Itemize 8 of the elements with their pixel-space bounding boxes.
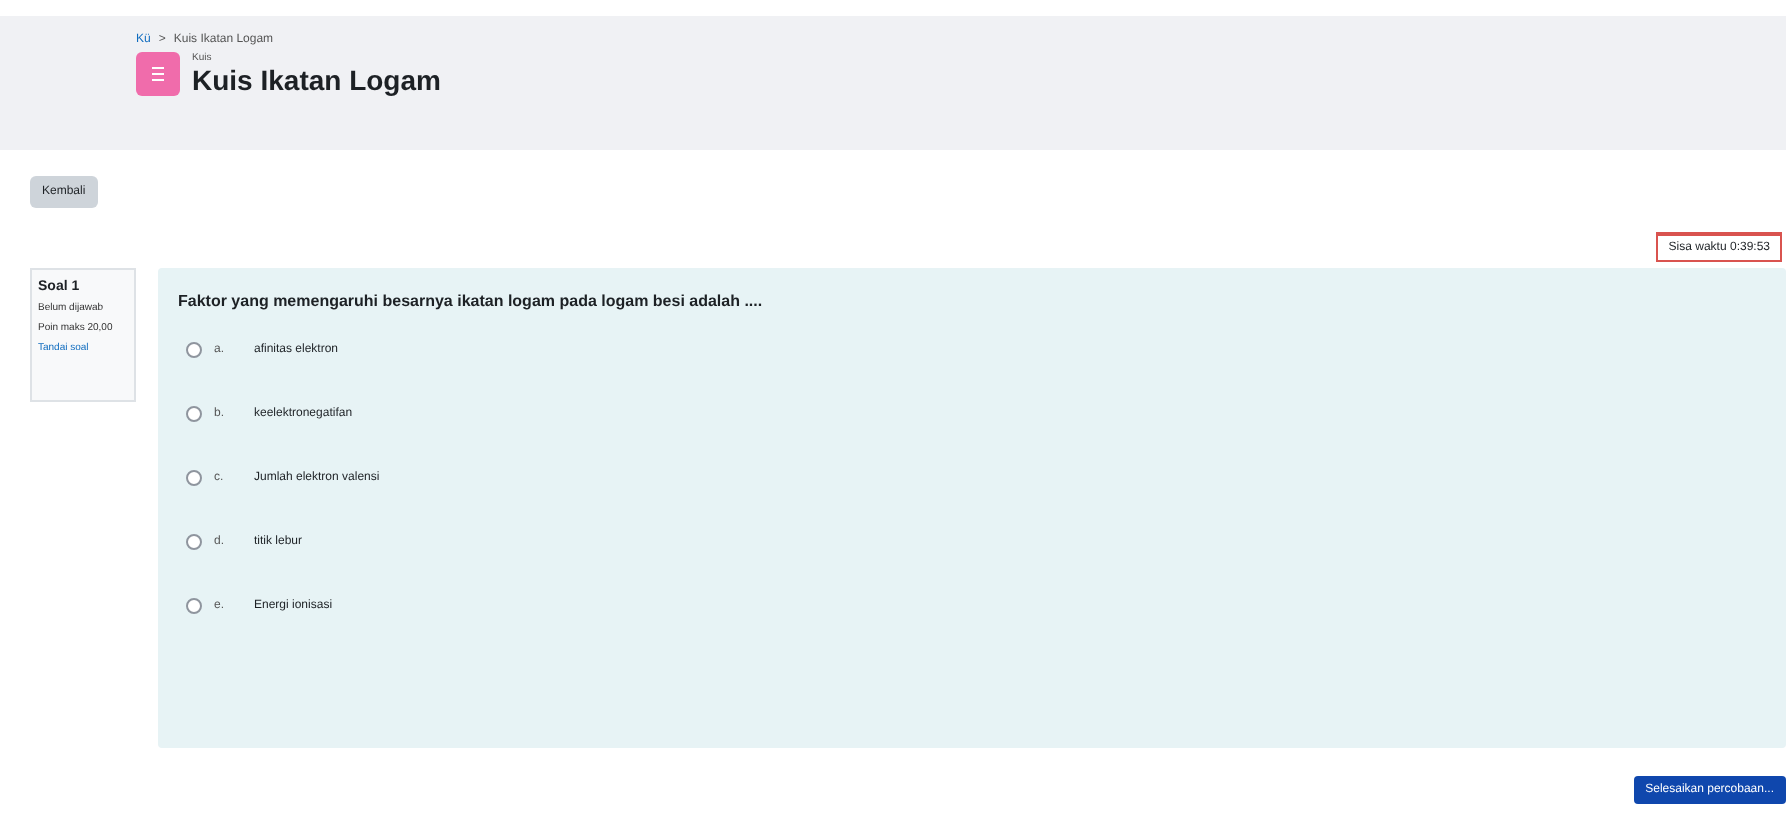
radio-button[interactable] <box>186 406 202 422</box>
quiz-icon <box>136 52 180 96</box>
radio-button[interactable] <box>186 598 202 614</box>
radio-button[interactable] <box>186 534 202 550</box>
radio-button[interactable] <box>186 342 202 358</box>
page-title: Kuis Ikatan Logam <box>192 64 441 96</box>
question-text: Faktor yang memengaruhi besarnya ikatan logam pada logam besi adalah .... <box>178 292 765 310</box>
radio-button[interactable] <box>186 470 202 486</box>
